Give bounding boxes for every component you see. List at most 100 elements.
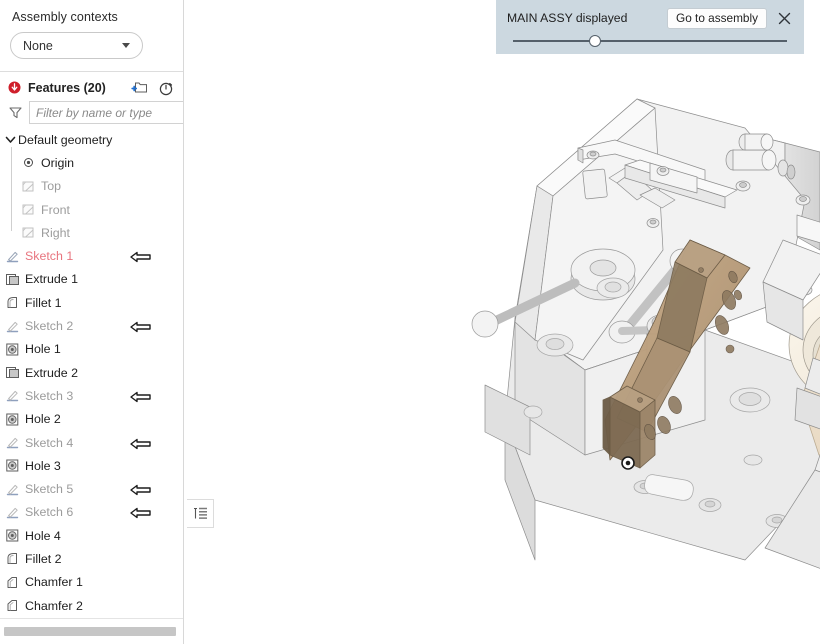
assembly-contexts-value: None	[23, 38, 53, 53]
tree-item-label: Hole 4	[25, 528, 61, 543]
assembly-transparency-slider[interactable]	[509, 32, 791, 50]
stopwatch-icon[interactable]	[156, 79, 175, 96]
tree-item-origin[interactable]: Origin	[0, 151, 183, 174]
tree-item-label: Sketch 5	[25, 482, 74, 497]
extrude-icon	[4, 271, 20, 287]
tree-item-chamfer-1[interactable]: Chamfer 1	[0, 571, 183, 594]
tree-item-hole-4[interactable]: Hole 4	[0, 524, 183, 547]
features-title: Features (20)	[28, 80, 106, 95]
tree-item-label: Sketch 3	[25, 388, 74, 403]
tree-item-chamfer-2[interactable]: Chamfer 2	[0, 594, 183, 617]
sketch-icon	[4, 435, 20, 451]
tree-item-hole-3[interactable]: Hole 3	[0, 454, 183, 477]
tree-item-default-geometry[interactable]: Default geometry	[0, 128, 183, 151]
chamfer-icon	[4, 574, 20, 590]
tree-item-label: Chamfer 2	[25, 598, 83, 613]
hole-icon	[4, 411, 20, 427]
3d-model-viewport[interactable]	[185, 0, 820, 644]
assembly-status-label: MAIN ASSY displayed	[507, 11, 628, 25]
plane-icon	[20, 202, 36, 218]
feature-filter-input[interactable]	[29, 101, 183, 124]
hole-icon	[4, 341, 20, 357]
sketch-icon	[4, 504, 20, 520]
tree-item-sketch-2[interactable]: Sketch 2	[0, 314, 183, 337]
tree-item-label: Hole 2	[25, 412, 61, 427]
rollback-arrow-icon[interactable]	[130, 506, 152, 519]
sketch-icon	[4, 248, 20, 264]
plane-icon	[20, 225, 36, 241]
hole-icon	[4, 528, 20, 544]
assembly-banner-top-row: MAIN ASSY displayed Go to assembly	[507, 4, 793, 32]
tree-item-label: Sketch 6	[25, 505, 74, 520]
origin-icon	[20, 155, 36, 171]
feature-panel: Assembly contexts None Features (20) Fil…	[0, 0, 184, 644]
sketch-icon	[4, 388, 20, 404]
tree-item-label: Origin	[41, 155, 75, 170]
tree-item-extrude-2[interactable]: Extrude 2	[0, 361, 183, 384]
close-icon[interactable]	[775, 9, 793, 27]
assembly-contexts-section: Assembly contexts None	[0, 0, 183, 69]
tree-item-label: Extrude 2	[25, 365, 79, 380]
chevron-down-icon	[122, 43, 130, 48]
extrude-icon	[4, 365, 20, 381]
rollback-arrow-icon[interactable]	[130, 437, 152, 449]
tree-item-label: Front	[41, 202, 70, 217]
feature-list-toggle-icon[interactable]	[187, 499, 214, 528]
tree-item-sketch-4[interactable]: Sketch 4	[0, 431, 183, 454]
slider-knob[interactable]	[588, 35, 601, 47]
rollback-arrow-icon[interactable]	[130, 250, 152, 263]
tree-connector-line	[11, 147, 12, 231]
rollback-arrow-icon[interactable]	[130, 320, 152, 333]
fillet-icon	[4, 551, 20, 567]
plane-icon	[20, 178, 36, 194]
tree-item-sketch-5[interactable]: Sketch 5	[0, 477, 183, 500]
tree-item-label: Sketch 4	[25, 435, 74, 450]
tree-item-label: Fillet 1	[25, 295, 62, 310]
tree-item-sketch-1[interactable]: Sketch 1	[0, 244, 183, 267]
tree-item-hole-1[interactable]: Hole 1	[0, 338, 183, 361]
go-to-assembly-button[interactable]: Go to assembly	[667, 7, 767, 29]
tree-item-hole-2[interactable]: Hole 2	[0, 408, 183, 431]
tree-item-sketch-6[interactable]: Sketch 6	[0, 501, 183, 524]
rollback-arrow-icon[interactable]	[130, 390, 152, 403]
tree-item-label: Top	[41, 179, 61, 194]
tree-item-sketch-3[interactable]: Sketch 3	[0, 384, 183, 407]
assembly-contexts-title: Assembly contexts	[12, 10, 118, 24]
tree-item-label: Extrude 1	[25, 272, 79, 287]
tree-item-label: Sketch 1	[25, 249, 74, 264]
tree-item-front[interactable]: Front	[0, 198, 183, 221]
horizontal-scrollbar[interactable]	[0, 618, 183, 644]
tree-item-top[interactable]: Top	[0, 175, 183, 198]
chamfer-icon	[4, 598, 20, 614]
feature-filter-row	[0, 101, 183, 130]
rollback-arrow-icon[interactable]	[130, 483, 152, 496]
part-origin-marker	[621, 456, 635, 470]
tree-item-fillet-2[interactable]: Fillet 2	[0, 547, 183, 570]
feature-tree[interactable]: Default geometry Origin Top Front Right …	[0, 128, 183, 618]
onshape-part-studio: MAIN ASSY displayed Go to assembly Assem…	[0, 0, 820, 644]
cad-model-graphic	[471, 98, 820, 569]
tree-item-label: Default geometry	[18, 132, 113, 147]
tree-item-right[interactable]: Right	[0, 221, 183, 244]
tree-item-label: Right	[41, 225, 70, 240]
tree-item-fillet-1[interactable]: Fillet 1	[0, 291, 183, 314]
fillet-icon	[4, 295, 20, 311]
error-badge-icon[interactable]	[8, 81, 21, 94]
tree-item-extrude-1[interactable]: Extrude 1	[0, 268, 183, 291]
tree-item-label: Hole 1	[25, 342, 61, 357]
chevron-expanded-icon[interactable]	[4, 133, 17, 146]
tree-item-label: Hole 3	[25, 458, 61, 473]
filter-funnel-icon[interactable]	[8, 105, 24, 121]
horizontal-scrollbar-thumb[interactable]	[4, 627, 176, 636]
slider-track	[513, 40, 787, 42]
assembly-context-banner: MAIN ASSY displayed Go to assembly	[496, 0, 804, 54]
sketch-icon	[4, 481, 20, 497]
features-header: Features (20)	[0, 72, 183, 101]
hole-icon	[4, 458, 20, 474]
tree-item-label: Sketch 2	[25, 319, 74, 334]
new-folder-icon[interactable]	[130, 79, 149, 96]
tree-item-label: Fillet 2	[25, 551, 62, 566]
sketch-icon	[4, 318, 20, 334]
tree-item-label: Chamfer 1	[25, 575, 83, 590]
assembly-contexts-dropdown[interactable]: None	[10, 32, 143, 59]
